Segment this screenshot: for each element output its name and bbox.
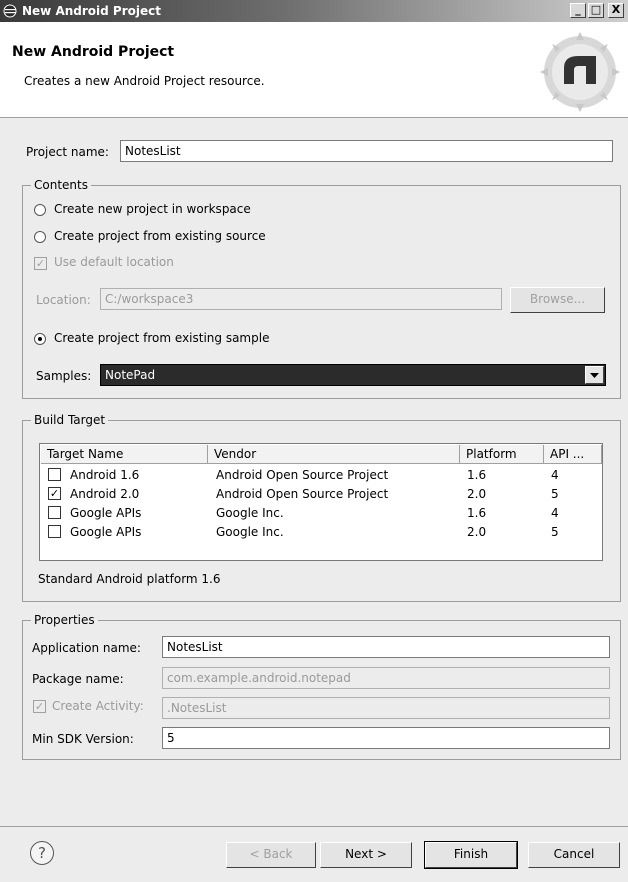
application-name-label: Application name: [32,641,141,655]
target-name-cell: Android 2.0 [70,487,140,501]
platform-cell: 1.6 [467,506,487,520]
existing-sample-radio[interactable] [34,333,46,345]
create-new-project-radio[interactable] [34,204,46,216]
api-cell: 5 [551,487,559,501]
min-sdk-label: Min SDK Version: [32,732,134,746]
column-header-platform[interactable]: Platform [460,445,544,464]
wizard-description: Creates a new Android Project resource. [24,74,265,88]
column-header-api[interactable]: API ... [544,445,602,464]
api-cell: 4 [551,506,559,520]
use-default-location-label: Use default location [54,255,174,269]
back-button[interactable]: < Back [226,842,316,868]
location-label: Location: [36,293,91,307]
row-checkbox[interactable] [48,506,61,519]
use-default-location-checkbox[interactable]: ✓ [34,257,47,270]
title-bar: New Android Project _ □ X [0,0,628,22]
existing-sample-label: Create project from existing sample [54,331,270,345]
next-button[interactable]: Next > [320,842,412,868]
table-row[interactable]: Google APIs Google Inc. 1.6 4 [40,503,602,522]
finish-button[interactable]: Finish [424,841,518,869]
table-row[interactable]: ✓ Android 2.0 Android Open Source Projec… [40,484,602,503]
target-name-cell: Google APIs [70,525,142,539]
min-sdk-input[interactable]: 5 [162,727,610,749]
column-header-vendor[interactable]: Vendor [208,445,460,464]
vendor-cell: Android Open Source Project [216,468,389,482]
application-name-input[interactable]: NotesList [162,636,610,658]
table-row[interactable]: Google APIs Google Inc. 2.0 5 [40,522,602,541]
api-cell: 4 [551,468,559,482]
samples-select[interactable]: NotePad [100,364,606,386]
row-checkbox[interactable] [48,468,61,481]
target-name-cell: Google APIs [70,506,142,520]
maximize-button[interactable]: □ [588,3,604,18]
row-checkbox[interactable]: ✓ [48,487,61,500]
samples-dropdown-button[interactable] [585,366,604,384]
project-name-input[interactable]: NotesList [120,140,613,162]
browse-button[interactable]: Browse... [510,287,605,313]
footer-divider [0,826,628,827]
existing-source-radio[interactable] [34,231,46,243]
cancel-button[interactable]: Cancel [528,842,620,868]
row-checkbox[interactable] [48,525,61,538]
table-row[interactable]: Android 1.6 Android Open Source Project … [40,465,602,484]
vendor-cell: Android Open Source Project [216,487,389,501]
vendor-cell: Google Inc. [216,506,284,520]
close-button[interactable]: X [608,3,624,18]
package-name-input[interactable]: com.example.android.notepad [162,667,610,689]
wizard-header: New Android Project Creates a new Androi… [0,22,628,118]
question-mark-icon[interactable]: ? [30,841,54,865]
create-new-project-label: Create new project in workspace [54,202,251,216]
create-activity-checkbox[interactable]: ✓ [33,700,46,713]
column-header-target-name[interactable]: Target Name [41,445,208,464]
samples-select-value: NotePad [105,368,156,382]
existing-source-label: Create project from existing source [54,229,266,243]
minimize-button[interactable]: _ [570,3,586,18]
api-cell: 5 [551,525,559,539]
eclipse-icon [3,4,17,18]
android-adt-logo-icon [540,32,620,112]
chevron-down-icon [590,373,599,378]
location-input[interactable]: C:/workspace3 [100,288,502,310]
platform-cell: 2.0 [467,525,487,539]
vendor-cell: Google Inc. [216,525,284,539]
wizard-title: New Android Project [12,44,175,60]
package-name-label: Package name: [32,672,124,686]
build-target-legend: Build Target [31,413,109,427]
contents-legend: Contents [31,178,91,192]
window-title: New Android Project [22,4,161,18]
platform-cell: 1.6 [467,468,487,482]
target-name-cell: Android 1.6 [70,468,140,482]
create-activity-label: Create Activity: [52,699,144,713]
samples-label: Samples: [36,369,92,383]
project-name-label: Project name: [26,145,109,159]
build-target-status: Standard Android platform 1.6 [38,572,221,586]
platform-cell: 2.0 [467,487,487,501]
properties-legend: Properties [31,613,98,627]
create-activity-input[interactable]: .NotesList [162,697,610,719]
